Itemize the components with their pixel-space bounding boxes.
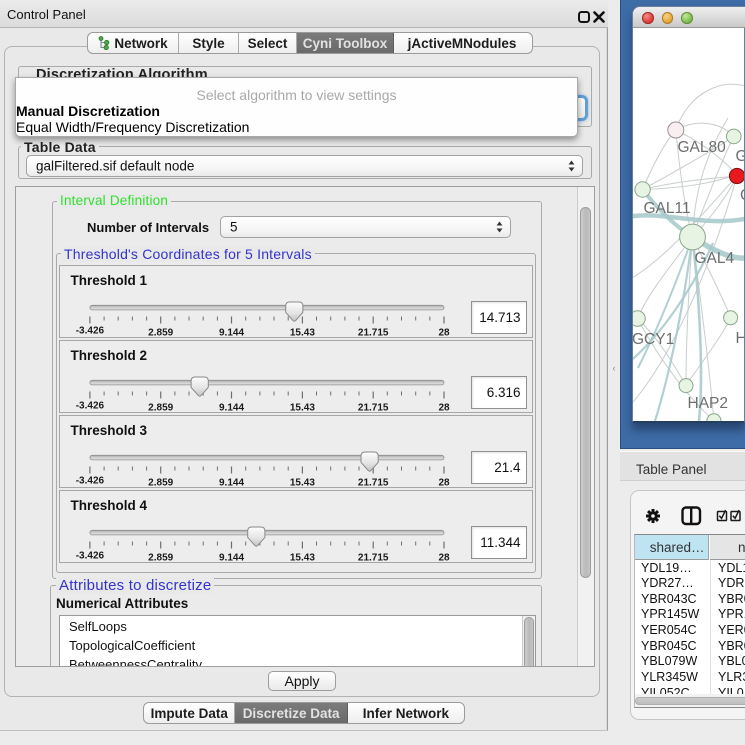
svg-text:H: H <box>736 330 745 347</box>
svg-text:21.715: 21.715 <box>357 553 388 563</box>
svg-text:15.43: 15.43 <box>289 328 314 338</box>
svg-text:GA: GA <box>736 148 745 165</box>
svg-text:C: C <box>740 187 744 204</box>
svg-text:28: 28 <box>438 478 450 488</box>
svg-text:9.144: 9.144 <box>218 478 243 488</box>
svg-text:2.859: 2.859 <box>148 403 173 413</box>
svg-text:21.715: 21.715 <box>357 478 388 488</box>
svg-text:15.43: 15.43 <box>289 553 314 563</box>
svg-text:28: 28 <box>438 328 450 338</box>
svg-text:15.43: 15.43 <box>289 478 314 488</box>
svg-text:GAL4: GAL4 <box>695 250 735 267</box>
svg-text:2.859: 2.859 <box>148 553 173 563</box>
svg-text:-3.426: -3.426 <box>75 401 104 412</box>
svg-text:GAL80: GAL80 <box>678 139 727 156</box>
svg-text:-3.426: -3.426 <box>75 551 104 562</box>
svg-text:15.43: 15.43 <box>289 403 314 413</box>
svg-text:GAL11: GAL11 <box>644 200 691 217</box>
svg-text:-3.426: -3.426 <box>75 476 104 487</box>
svg-text:HAP2: HAP2 <box>688 395 729 412</box>
svg-text:28: 28 <box>438 403 450 413</box>
svg-text:9.144: 9.144 <box>218 553 243 563</box>
svg-text:2.859: 2.859 <box>148 478 173 488</box>
svg-text:21.715: 21.715 <box>357 328 388 338</box>
svg-text:9.144: 9.144 <box>218 403 243 413</box>
svg-text:2.859: 2.859 <box>148 328 173 338</box>
svg-text:21.715: 21.715 <box>357 403 388 413</box>
svg-text:9.144: 9.144 <box>218 328 243 338</box>
svg-text:-3.426: -3.426 <box>75 326 104 337</box>
svg-text:28: 28 <box>438 553 450 563</box>
svg-text:GCY1: GCY1 <box>633 331 674 348</box>
